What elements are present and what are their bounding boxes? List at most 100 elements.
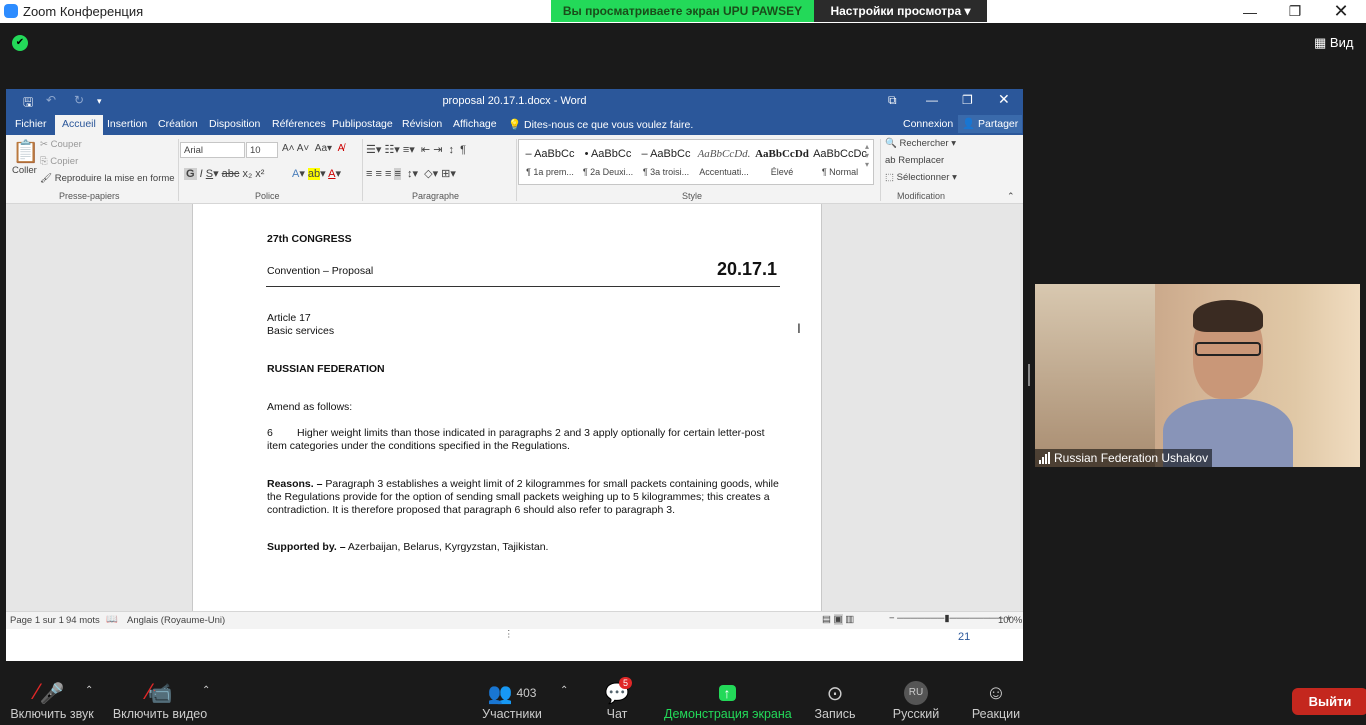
language-status[interactable]: Anglais (Royaume-Uni): [127, 615, 225, 626]
reasons-line: Reasons. – Paragraph 3 establishes a wei…: [267, 478, 779, 491]
close-button[interactable]: ✕: [1318, 0, 1364, 23]
split-marker: ⋮: [504, 629, 514, 640]
meeting-toolbar: 🎤 ⁄ Включить звук ⌃ 📹 ⁄ Включить видео ⌃ 👥…: [0, 665, 1366, 725]
tab-insertion[interactable]: Insertion: [107, 118, 147, 130]
tab-fichier[interactable]: Fichier: [15, 118, 47, 130]
unmute-button[interactable]: 🎤 ⁄ Включить звук: [8, 679, 96, 722]
reasons-text: Paragraph 3 establishes a weight limit o…: [322, 478, 779, 490]
zoom-logo-icon: [4, 4, 18, 18]
participant-video[interactable]: Russian Federation Ushakov: [1035, 284, 1360, 467]
resize-handle[interactable]: [1028, 364, 1030, 386]
video-options-chevron-icon[interactable]: ⌃: [202, 685, 210, 696]
replace-label: Remplacer: [898, 155, 945, 166]
cut-label: Couper: [50, 139, 82, 150]
tab-disposition[interactable]: Disposition: [209, 118, 260, 130]
reactions-icon: ☺: [985, 681, 1007, 704]
reasons-line: the Regulations provide for the option o…: [267, 491, 770, 503]
tab-references[interactable]: Références: [272, 118, 326, 130]
reactions-button[interactable]: ☺ Реакции: [970, 679, 1022, 722]
record-button[interactable]: ⊙ Запись: [812, 679, 858, 722]
chat-unread-badge: 5: [619, 677, 633, 689]
word-minimize-button[interactable]: —: [926, 93, 938, 107]
format-painter-button[interactable]: 🖌 Reproduire la mise en forme: [40, 173, 175, 184]
share-button[interactable]: 👤 Partager: [958, 115, 1023, 133]
grid-icon: ▦: [1314, 35, 1330, 50]
start-video-button[interactable]: 📹 ⁄ Включить видео: [112, 679, 208, 722]
share-screen-button[interactable]: ↑ Демонстрация экрана: [664, 679, 792, 721]
participants-options-chevron-icon[interactable]: ⌃: [560, 685, 568, 696]
ribbon-display-icon[interactable]: ⧉: [888, 93, 897, 108]
participants-button[interactable]: 👥 403 Участники: [480, 679, 544, 722]
font-size-select[interactable]: 10: [246, 142, 278, 158]
reasons-line: contradiction. It is therefore proposed …: [267, 504, 676, 516]
connexion-link[interactable]: Connexion: [903, 118, 953, 130]
copy-label: Copier: [50, 156, 79, 167]
font-grow-shrink[interactable]: A˄ A˅ Aa▾ A̸: [282, 143, 344, 154]
tab-affichage[interactable]: Affichage: [453, 118, 497, 130]
style-item[interactable]: AaBbCcDc ¶ Normal: [811, 140, 869, 186]
reasons-label: Reasons. –: [267, 478, 323, 490]
font-color-buttons[interactable]: A▾ ab▾ A▾: [292, 167, 341, 180]
alignment-buttons[interactable]: ≡ ≡ ≡ ≡ ↕▾ ◇▾ ⊞▾: [366, 167, 456, 180]
paste-icon[interactable]: 📋: [12, 139, 39, 165]
record-icon: ⊙: [826, 682, 844, 705]
tab-creation[interactable]: Création: [158, 118, 198, 130]
styles-scroll[interactable]: ▴ ▾ ▾: [865, 142, 869, 169]
style-group-label: Style: [682, 191, 703, 201]
font-name-select[interactable]: Arial: [180, 142, 245, 158]
paragraph-line: item categories under the conditions spe…: [267, 440, 570, 452]
word-close-button[interactable]: ✕: [998, 91, 1010, 108]
word-restore-button[interactable]: ❐: [962, 93, 973, 107]
style-item[interactable]: • AaBbCc ¶ 2a Deuxi...: [579, 140, 637, 186]
style-item[interactable]: – AaBbCc ¶ 3a troisi...: [637, 140, 695, 186]
page-count[interactable]: Page 1 sur 1: [10, 615, 64, 626]
list-buttons[interactable]: ☰▾ ☷▾ ≡▾ ⇤ ⇥ ↕ ¶: [366, 143, 466, 156]
cut-button[interactable]: ✂ Couper: [40, 139, 82, 150]
view-mode-buttons[interactable]: ▤ ▣ ▥: [822, 614, 854, 625]
replace-button[interactable]: ab Remplacer: [885, 155, 944, 166]
document-area: 27th CONGRESS Convention – Proposal 20.1…: [6, 204, 1023, 611]
tab-publipostage[interactable]: Publipostage: [332, 118, 393, 130]
restore-button[interactable]: ❐: [1272, 0, 1318, 23]
ribbon: 📋 Coller ✂ Couper ⎘ Copier 🖌 Reproduire …: [6, 135, 1023, 204]
view-options-button[interactable]: Настройки просмотра ▾: [814, 0, 987, 22]
view-button[interactable]: ▦ Вид: [1314, 35, 1353, 51]
minimize-button[interactable]: —: [1227, 0, 1273, 23]
style-item[interactable]: AaBbCcDd. Accentuati...: [695, 140, 753, 186]
group-separator: [880, 139, 881, 201]
document-page[interactable]: 27th CONGRESS Convention – Proposal 20.1…: [192, 204, 822, 611]
select-label: Sélectionner: [896, 172, 950, 183]
audio-options-chevron-icon[interactable]: ⌃: [85, 685, 93, 696]
tab-accueil[interactable]: Accueil: [55, 115, 103, 135]
convention-label: Convention – Proposal: [267, 265, 374, 277]
zoom-level[interactable]: 100%: [998, 615, 1022, 626]
chat-label: Чат: [606, 707, 628, 721]
select-button[interactable]: ⬚ Sélectionner ▾: [885, 172, 957, 183]
style-item[interactable]: AaBbCcDd Élevé: [753, 140, 811, 186]
paste-button[interactable]: Coller: [12, 165, 37, 176]
word-titlebar: 🖫 ↶ ↻ ▾ proposal 20.17.1.docx - Word ⧉ —…: [6, 89, 1023, 113]
zoom-slider[interactable]: − ───────▮──────── +: [889, 613, 1012, 624]
participant-name: Russian Federation Ushakov: [1054, 451, 1209, 465]
participant-image: [1163, 300, 1293, 467]
leave-meeting-button[interactable]: Выйти: [1292, 688, 1366, 715]
tab-revision[interactable]: Révision: [402, 118, 442, 130]
find-button[interactable]: 🔍 Rechercher ▾: [885, 138, 956, 149]
style-item[interactable]: – AaBbCc ¶ 1a prem...: [521, 140, 579, 186]
font-group-label: Police: [255, 191, 280, 201]
language-button[interactable]: RU Русский: [890, 679, 942, 721]
word-count[interactable]: 94 mots: [66, 615, 100, 626]
shared-screen-lower: ⋮ 21: [6, 629, 1023, 661]
paragraph-number: 6: [267, 427, 273, 439]
find-label: Rechercher: [899, 138, 949, 149]
font-format-buttons[interactable]: G I S▾ abc x₂ x²: [184, 167, 264, 180]
paragraph-group-label: Paragraphe: [412, 191, 460, 201]
proofing-icon[interactable]: 📖: [106, 614, 118, 625]
text-cursor-icon: I: [797, 320, 801, 336]
video-background: [1035, 284, 1155, 467]
window-title: Zoom Конференция: [23, 4, 144, 19]
security-shield-icon[interactable]: ✔: [12, 35, 28, 51]
collapse-ribbon-icon[interactable]: ⌃: [1007, 191, 1015, 202]
tell-me-search[interactable]: 💡 Dites-nous ce que vous voulez faire.: [508, 118, 693, 131]
copy-button[interactable]: ⎘ Copier: [40, 156, 78, 167]
